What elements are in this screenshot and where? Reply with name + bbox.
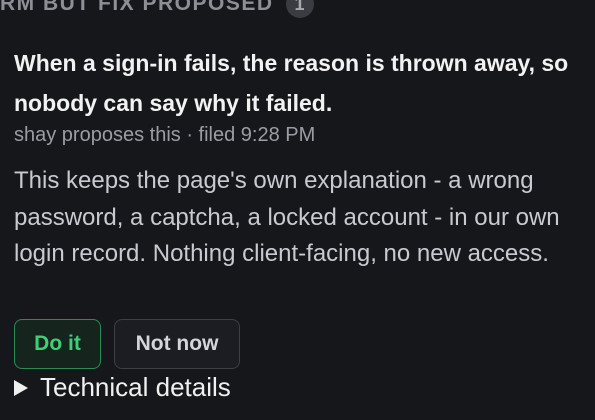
section-header: RM BUT FIX PROPOSED 1	[0, 0, 314, 18]
proposal-meta: shay proposes this · filed 9:28 PM	[14, 124, 316, 146]
section-label: RM BUT FIX PROPOSED	[0, 0, 274, 15]
do-it-button[interactable]: Do it	[14, 319, 101, 369]
proposal-description: This keeps the page's own explanation - …	[14, 167, 560, 267]
section-count-badge: 1	[285, 0, 314, 18]
triangle-right-icon	[14, 379, 28, 396]
technical-details-toggle[interactable]: Technical details	[14, 372, 231, 403]
not-now-button[interactable]: Not now	[114, 319, 240, 369]
action-bar: Do it Not now	[14, 319, 240, 369]
technical-details-label: Technical details	[40, 372, 231, 402]
proposal-card: RM BUT FIX PROPOSED 1 When a sign-in fai…	[0, 0, 595, 420]
proposal-title: When a sign-in fails, the reason is thro…	[14, 50, 569, 116]
